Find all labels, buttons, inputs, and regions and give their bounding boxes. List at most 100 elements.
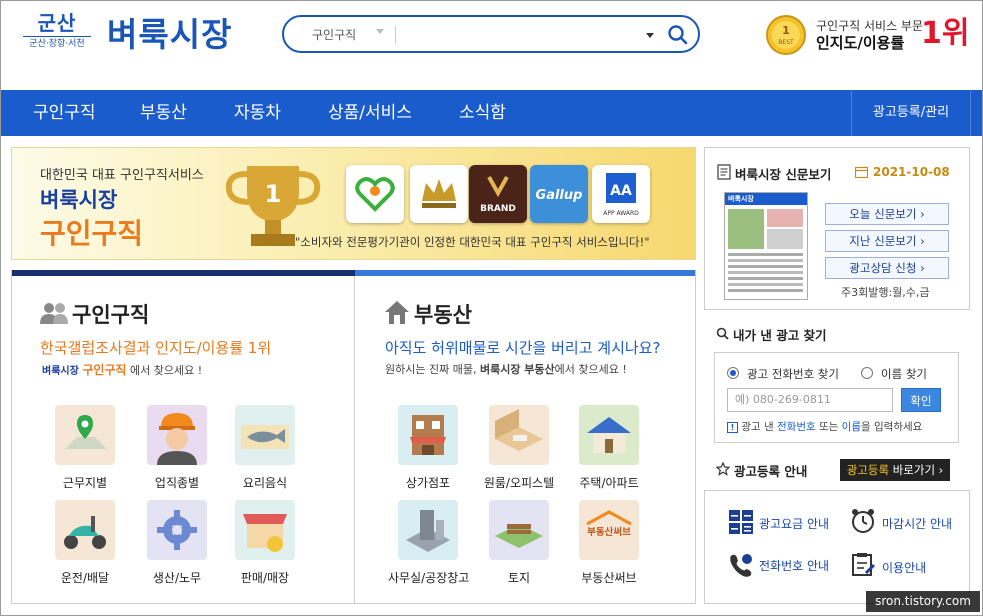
award-badge-gallup: Gallup <box>530 165 588 223</box>
svg-text:AA: AA <box>610 183 632 199</box>
ad-consult-button[interactable]: 광고상담 신청 › <box>825 257 949 279</box>
search-dropdown-icon[interactable] <box>646 33 654 38</box>
realty-cat-land[interactable]: 토지 <box>479 500 559 586</box>
jobs-panel-sub: 한국갤럽조사결과 인지도/이용률 1위 <box>40 339 272 357</box>
jobs-cat-label: 근무지별 <box>62 476 108 490</box>
realty-panel-small: 원하시는 진짜 매물, 벼룩시장 부동산에서 찾으세요 ! <box>385 361 627 377</box>
find-note-tail: 을 입력하세요 <box>861 421 923 433</box>
header: 군산 군산·장항·서천 벼룩시장 구인구직 1 BEST 구인구직 서비스 부문… <box>0 0 983 90</box>
realty-cat-label: 사무실/공장창고 <box>388 571 470 585</box>
search-input[interactable] <box>402 23 642 47</box>
ad-register-accent: 광고등록 <box>846 463 890 477</box>
jobs-small-tail: 에서 찾으세요 ! <box>129 364 203 377</box>
ad-register-button[interactable]: 광고등록 바로가기 › <box>840 459 950 481</box>
nav-item-cars[interactable]: 자동차 <box>234 90 281 136</box>
find-note-phone: 전화번호 <box>777 421 816 433</box>
ad-deadline-link[interactable]: 마감시간 안내 <box>882 515 952 532</box>
jobs-panel-title[interactable]: 구인구직 <box>72 299 149 329</box>
ad-fee-link[interactable]: 광고요금 안내 <box>759 515 829 532</box>
jobs-cat-cooking[interactable]: 요리음식 <box>225 405 305 491</box>
realty-cat-label: 부동산써브 <box>581 571 637 585</box>
rank-line1: 구인구직 서비스 부문 <box>816 19 923 33</box>
ad-phone-link[interactable]: 전화번호 안내 <box>759 557 829 574</box>
find-note-mid: 또는 <box>819 421 839 433</box>
realty-panel-title[interactable]: 부동산 <box>414 299 472 329</box>
heart-award-icon <box>355 177 395 212</box>
today-paper-button[interactable]: 오늘 신문보기 › <box>825 203 949 225</box>
realty-serve-logo-text: 부동산써브 <box>587 527 631 538</box>
search-category-select[interactable]: 구인구직 <box>312 26 392 43</box>
jobs-cat-label: 업직종별 <box>154 476 200 490</box>
jobs-cat-sales[interactable]: 판매/매장 <box>225 500 305 586</box>
jobs-cat-label: 생산/노무 <box>152 571 202 585</box>
realty-cat-oneroom[interactable]: 원룸/오피스텔 <box>479 405 559 491</box>
worker-icon <box>147 405 207 465</box>
shop-stall-icon <box>235 500 295 560</box>
land-bench-icon <box>489 500 549 560</box>
calculator-icon <box>729 510 753 534</box>
people-icon <box>40 303 68 324</box>
phone-input[interactable]: 예) 080-269-0811 <box>727 388 893 412</box>
banner-quote: "소비자와 전문평가기관이 인정한 대한민국 대표 구인구직 서비스입니다!" <box>295 235 650 249</box>
search-icon <box>668 25 688 45</box>
search-icon <box>716 327 729 340</box>
document-icon <box>717 164 731 180</box>
phone-search-label: 광고 전화번호 찾기 <box>747 367 839 381</box>
newspaper-thumbnail[interactable]: 벼룩시장 <box>724 192 808 300</box>
realty-cat-serve[interactable]: 부동산써브 부동산써브 <box>569 500 649 586</box>
main-nav: 구인구직 부동산 자동차 상품/서비스 소식함 광고등록/관리 <box>0 90 983 136</box>
promo-banner[interactable]: 대한민국 대표 구인구직서비스 벼룩시장 구인구직 1 BRAND Gallup… <box>11 147 696 260</box>
house-building-icon <box>579 405 639 465</box>
nav-item-goods[interactable]: 상품/서비스 <box>328 90 412 136</box>
award-badge-app: AA APP AWARD <box>592 165 650 223</box>
name-search-radio[interactable] <box>861 367 873 379</box>
crown-award-icon <box>422 179 456 208</box>
nav-item-realty[interactable]: 부동산 <box>140 90 187 136</box>
brand-award-icon: BRAND <box>480 176 516 214</box>
realty-cat-store[interactable]: 상가점포 <box>388 405 468 491</box>
store-building-icon <box>398 405 458 465</box>
star-icon <box>716 462 730 476</box>
jobs-cat-label: 요리음식 <box>242 476 288 490</box>
svg-text:1: 1 <box>265 180 282 208</box>
panel-divider <box>354 276 355 604</box>
realty-cat-label: 주택/아파트 <box>579 476 639 490</box>
nav-item-news[interactable]: 소식함 <box>459 90 506 136</box>
phone-search-radio[interactable] <box>727 367 739 379</box>
best-badge-text: BEST <box>778 39 794 46</box>
scooter-icon <box>55 500 115 560</box>
jobs-cat-location[interactable]: 근무지별 <box>45 405 125 491</box>
brand-logo[interactable]: 벼룩시장 <box>107 13 232 57</box>
past-paper-button[interactable]: 지난 신문보기 › <box>825 230 949 252</box>
realty-cat-office[interactable]: 사무실/공장창고 <box>388 500 470 586</box>
fish-dish-icon <box>235 405 295 465</box>
rank-line2: 인지도/이용률 <box>816 34 905 52</box>
ad-register-rest: 바로가기 › <box>892 463 944 477</box>
calendar-icon <box>855 166 868 178</box>
search-category-value: 구인구직 <box>312 28 357 42</box>
app-award-icon: AA APP AWARD <box>603 173 639 217</box>
jobs-cat-production[interactable]: 생산/노무 <box>137 500 217 586</box>
search-button[interactable] <box>666 23 690 47</box>
ad-usage-link[interactable]: 이용안내 <box>882 559 926 576</box>
room-icon <box>489 405 549 465</box>
jobs-cat-delivery[interactable]: 운전/배달 <box>45 500 125 586</box>
gear-icon <box>147 500 207 560</box>
phone-icon <box>730 554 752 577</box>
realty-cat-house[interactable]: 주택/아파트 <box>569 405 649 491</box>
ad-guide-title: 광고등록 안내 <box>734 464 808 479</box>
realty-small-bold: 벼룩시장 부동산 <box>479 363 555 376</box>
watermark: sron.tistory.com <box>866 591 980 612</box>
nav-ad-manage[interactable]: 광고등록/관리 <box>851 90 971 136</box>
svg-text:1: 1 <box>782 24 790 37</box>
realty-small-tail: 에서 찾으세요 ! <box>554 363 627 376</box>
region-logo[interactable]: 군산 군산·장항·서천 <box>23 11 91 57</box>
factory-icon <box>398 500 458 560</box>
rank-number: 1위 <box>921 16 970 51</box>
jobs-cat-occupation[interactable]: 업직종별 <box>137 405 217 491</box>
nav-item-jobs[interactable]: 구인구직 <box>33 90 96 136</box>
award-badge-1 <box>346 165 404 223</box>
find-confirm-button[interactable]: 확인 <box>901 388 941 412</box>
rank-text: 구인구직 서비스 부문 인지도/이용률 <box>816 18 923 52</box>
info-icon: ! <box>727 422 738 433</box>
